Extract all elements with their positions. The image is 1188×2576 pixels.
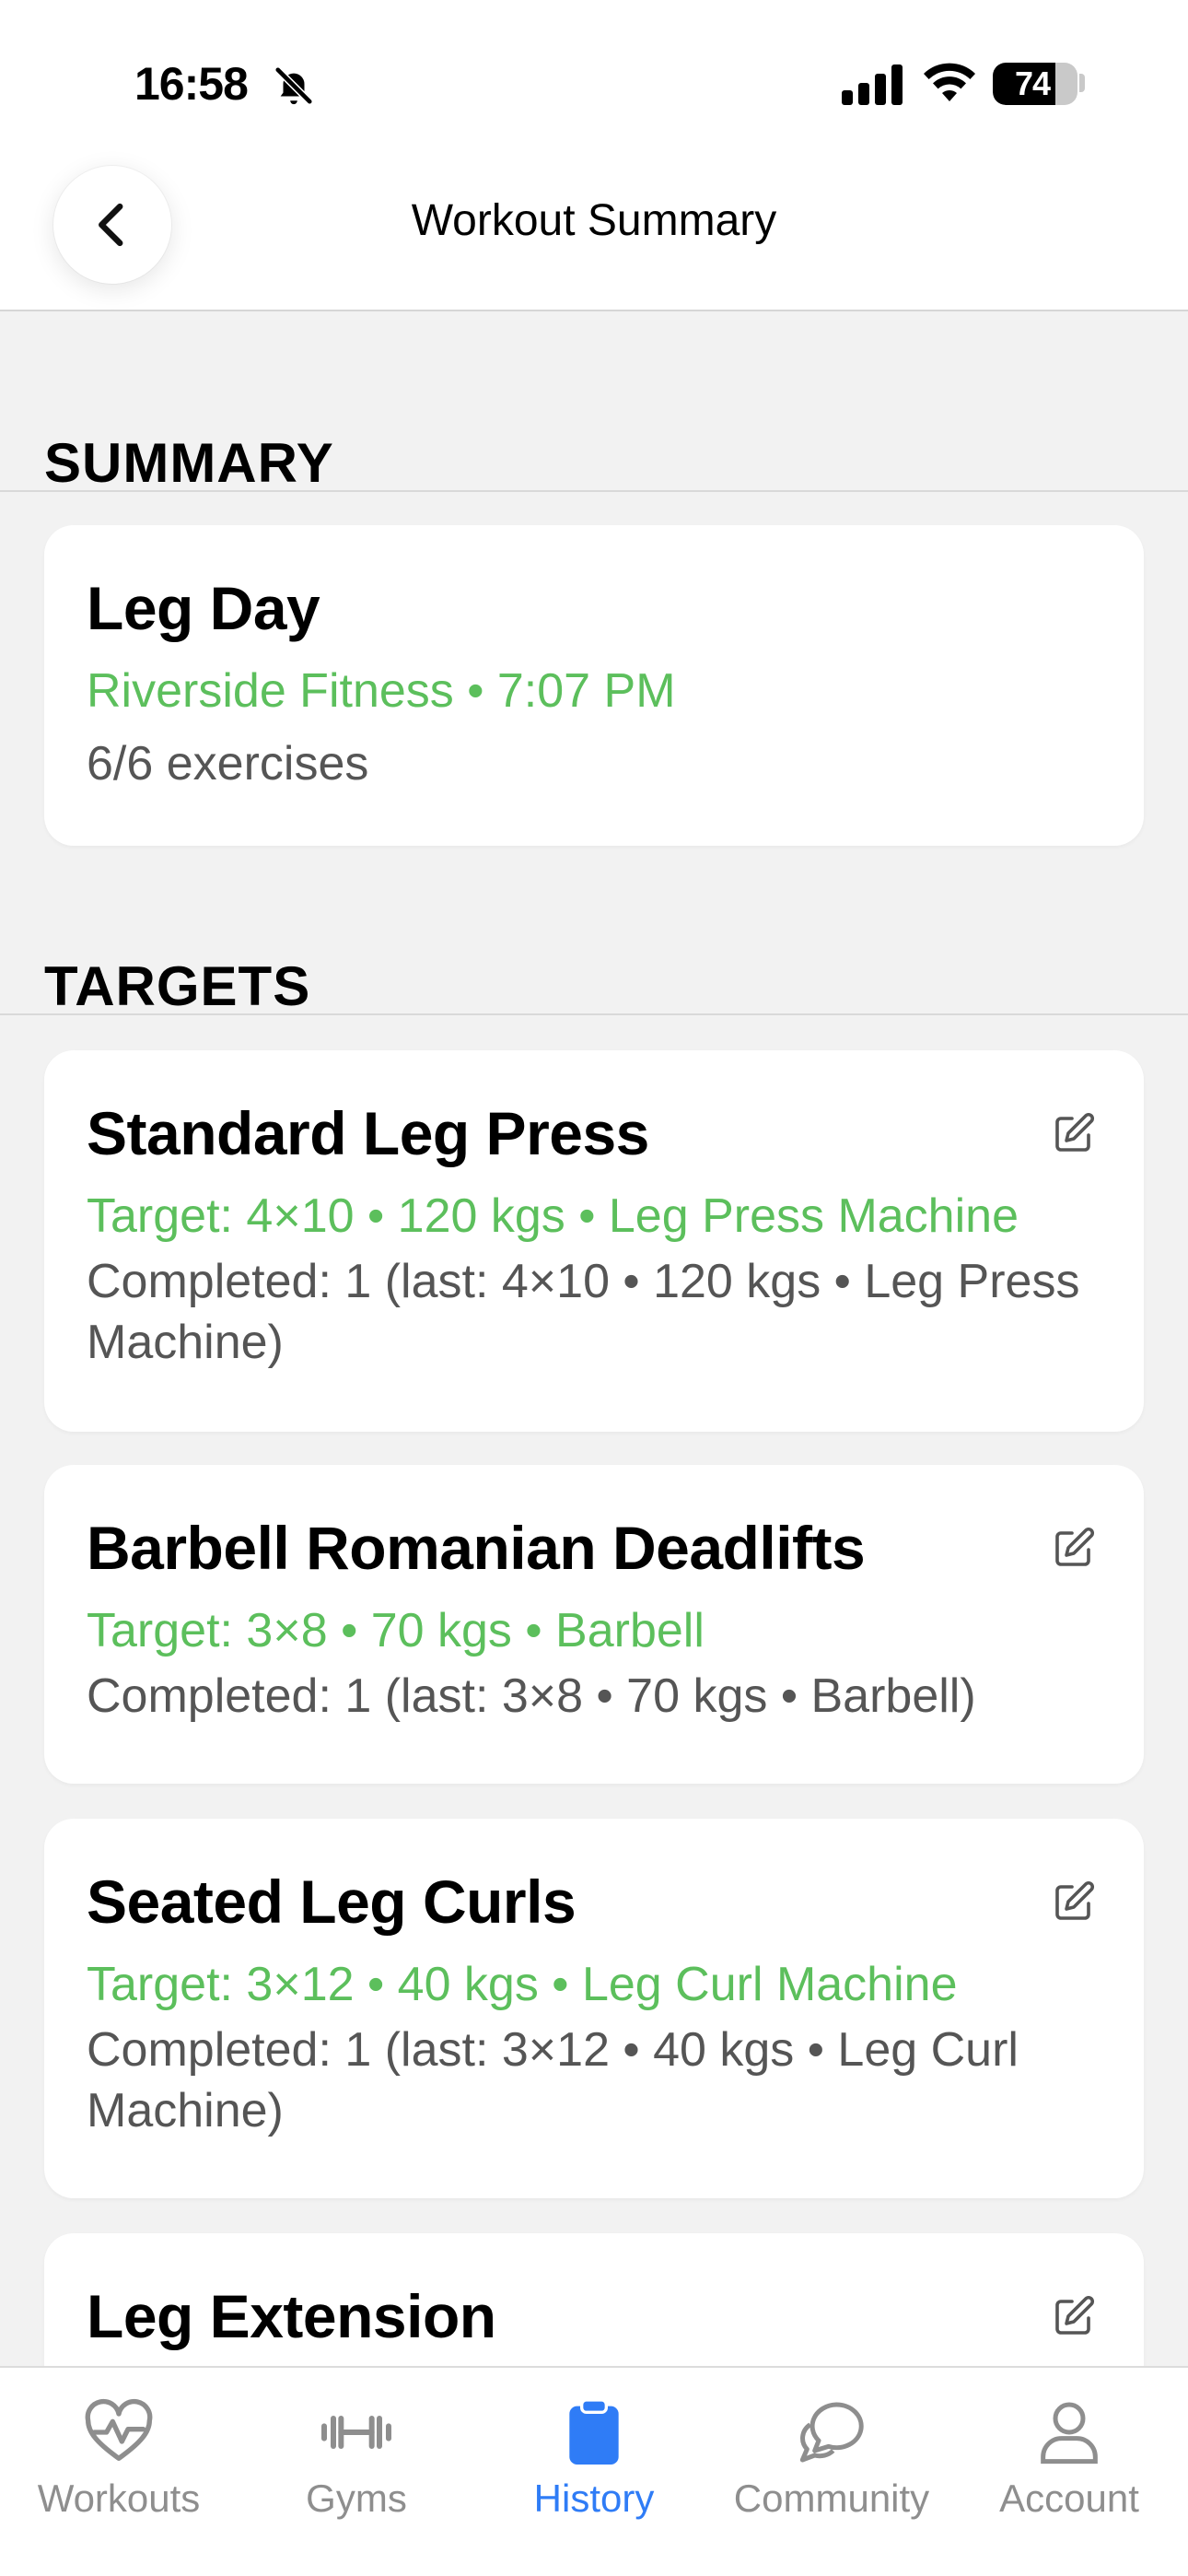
section-title: SUMMARY: [44, 432, 334, 494]
page-title: Workout Summary: [411, 196, 777, 245]
tab-account[interactable]: Account: [950, 2368, 1188, 2576]
target-card[interactable]: Seated Leg Curls Target: 3×12 • 40 kgs •…: [44, 1819, 1144, 2198]
exercise-target: Target: 3×8 • 70 kgs • Barbell: [87, 1604, 705, 1657]
exercise-completed: Completed: 1 (last: 4×10 • 120 kgs • Leg…: [87, 1255, 1080, 1369]
exercise-name: Leg Extension: [87, 2282, 496, 2350]
dumbbell-icon: [321, 2416, 391, 2449]
tab-bar: Workouts Gyms History Community Account: [0, 2366, 1188, 2576]
chat-bubbles-icon: [799, 2402, 864, 2463]
exercise-completed: Completed: 1 (last: 3×8 • 70 kgs • Barbe…: [87, 1669, 976, 1723]
exercise-completed: Completed: 1 (last: 3×12 • 40 kgs • Leg …: [87, 2023, 1019, 2137]
exercise-target: Target: 4×10 • 120 kgs • Leg Press Machi…: [87, 1189, 1019, 1243]
tab-label: Workouts: [37, 2476, 201, 2520]
navigation-header: 16:58 74 Workout Summary: [0, 0, 1188, 311]
bell-slash-icon: [274, 65, 314, 106]
workout-summary-card[interactable]: Leg Day Riverside Fitness • 7:07 PM 6/6 …: [44, 525, 1144, 846]
exercise-name: Barbell Romanian Deadlifts: [87, 1514, 866, 1582]
tab-label: History: [533, 2476, 655, 2520]
target-card[interactable]: Standard Leg Press Target: 4×10 • 120 kg…: [44, 1050, 1144, 1432]
summary-section-header: SUMMARY: [0, 391, 1188, 494]
signal-icon: [842, 64, 903, 105]
tab-history[interactable]: History: [475, 2368, 713, 2576]
edit-icon[interactable]: [1052, 1526, 1096, 1570]
exercise-target: Target: 3×12 • 40 kgs • Leg Curl Machine: [87, 1958, 958, 2011]
wifi-icon: [924, 63, 975, 101]
tab-workouts[interactable]: Workouts: [0, 2368, 238, 2576]
battery-nub: [1079, 74, 1085, 92]
section-title: TARGETS: [44, 955, 311, 1017]
battery-icon: 74: [993, 63, 1077, 105]
edit-icon[interactable]: [1052, 1111, 1096, 1155]
workout-name: Leg Day: [87, 574, 320, 642]
person-icon: [1041, 2402, 1098, 2465]
status-time: 16:58: [134, 58, 249, 110]
tab-label: Account: [999, 2476, 1139, 2520]
tab-gyms[interactable]: Gyms: [238, 2368, 475, 2576]
clipboard-icon: [569, 2398, 619, 2465]
exercise-count: 6/6 exercises: [87, 737, 369, 790]
workout-location-time: Riverside Fitness • 7:07 PM: [87, 664, 676, 718]
targets-section-header: TARGETS: [0, 914, 1188, 1017]
tab-label: Gyms: [306, 2476, 407, 2520]
edit-icon[interactable]: [1052, 1879, 1096, 1924]
tab-label: Community: [733, 2476, 930, 2520]
exercise-name: Standard Leg Press: [87, 1099, 649, 1167]
edit-icon[interactable]: [1052, 2294, 1096, 2338]
tab-community[interactable]: Community: [713, 2368, 950, 2576]
heart-pulse-icon: [85, 2398, 153, 2461]
target-card[interactable]: Barbell Romanian Deadlifts Target: 3×8 •…: [44, 1465, 1144, 1784]
exercise-name: Seated Leg Curls: [87, 1868, 577, 1936]
battery-level: 74: [1014, 64, 1051, 102]
